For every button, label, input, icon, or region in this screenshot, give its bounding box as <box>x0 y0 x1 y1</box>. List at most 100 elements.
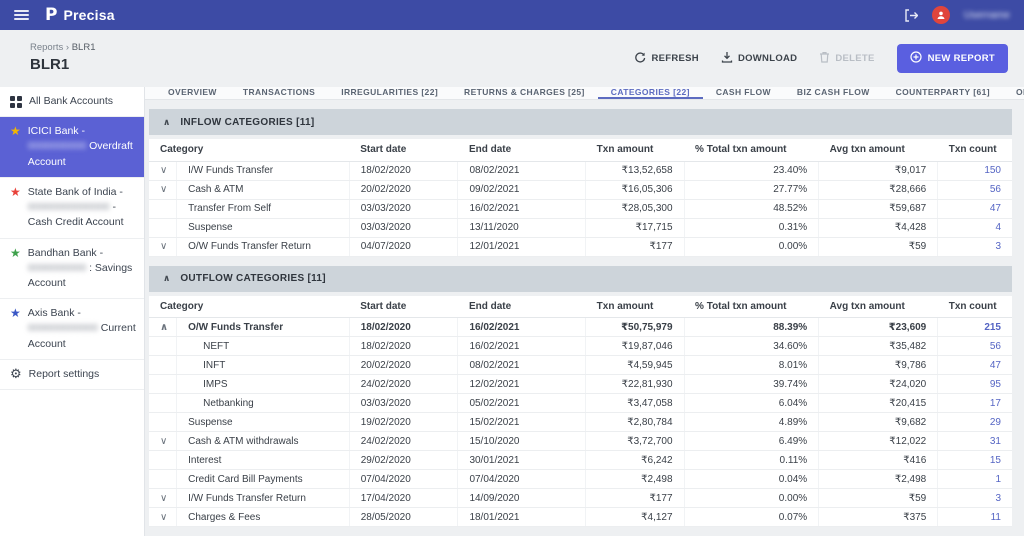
end-date-cell: 07/04/2020 <box>458 470 586 489</box>
category-cell: NEFT <box>177 337 350 356</box>
brand-logo[interactable]: P Precisa <box>45 5 115 25</box>
pct-total-cell: 23.40% <box>684 161 819 180</box>
tab-biz-cash-flow[interactable]: BIZ CASH FLOW <box>784 87 883 99</box>
category-cell: O/W Funds Transfer Return <box>177 237 350 256</box>
tab-counterparty-61[interactable]: COUNTERPARTY [61] <box>883 87 1003 99</box>
chevron-placeholder <box>149 451 177 470</box>
expand-chevron-icon[interactable]: ∧ <box>149 318 177 337</box>
chevron-placeholder <box>149 413 177 432</box>
sidebar-item-all-bank-accounts[interactable]: All Bank Accounts <box>0 87 144 117</box>
end-date-cell: 16/02/2021 <box>458 199 586 218</box>
txn-count-link[interactable]: 4 <box>938 218 1012 237</box>
tab-cash-flow[interactable]: CASH FLOW <box>703 87 784 99</box>
refresh-button[interactable]: REFRESH <box>634 51 699 66</box>
accounts-sidebar: All Bank Accounts ★ICICI Bank - 00000000… <box>0 87 145 536</box>
tab-transactions[interactable]: TRANSACTIONS <box>230 87 328 99</box>
txn-count-link[interactable]: 150 <box>938 161 1012 180</box>
page-title: BLR1 <box>30 55 95 75</box>
user-name[interactable]: Username <box>964 10 1010 21</box>
avg-txn-amount-cell: ₹9,017 <box>819 161 938 180</box>
pct-total-cell: 0.07% <box>684 508 819 527</box>
table-row: ∨I/W Funds Transfer Return17/04/202014/0… <box>149 489 1012 508</box>
category-cell: IMPS <box>177 375 350 394</box>
table-row: ∨O/W Funds Transfer Return04/07/202012/0… <box>149 237 1012 256</box>
expand-chevron-icon[interactable]: ∨ <box>149 237 177 256</box>
sidebar-item-account-2[interactable]: ★Bandhan Bank - 0000000000 : Savings Acc… <box>0 239 144 300</box>
tab-returns-charges-25[interactable]: RETURNS & CHARGES [25] <box>451 87 598 99</box>
txn-count-link[interactable]: 17 <box>938 394 1012 413</box>
table-row: ∨Charges & Fees28/05/202018/01/2021₹4,12… <box>149 508 1012 527</box>
txn-amount-cell: ₹50,75,979 <box>586 318 684 337</box>
download-button[interactable]: DOWNLOAD <box>721 51 797 66</box>
tab-categories-22[interactable]: CATEGORIES [22] <box>598 87 703 99</box>
txn-count-link[interactable]: 3 <box>938 237 1012 256</box>
trash-icon <box>819 51 830 66</box>
end-date-cell: 12/01/2021 <box>458 237 586 256</box>
collapse-chevron-icon: ∧ <box>163 273 170 284</box>
chevron-placeholder <box>149 199 177 218</box>
txn-count-link[interactable]: 11 <box>938 508 1012 527</box>
sidebar-item-account-3[interactable]: ★Axis Bank - 000000000000 Current Accoun… <box>0 299 144 360</box>
txn-count-link[interactable]: 3 <box>938 489 1012 508</box>
breadcrumb-reports[interactable]: Reports <box>30 42 63 53</box>
column-header: Start date <box>349 139 458 161</box>
txn-count-link[interactable]: 31 <box>938 432 1012 451</box>
start-date-cell: 18/02/2020 <box>349 318 458 337</box>
star-icon: ★ <box>10 246 21 260</box>
hamburger-menu-icon[interactable] <box>14 10 29 20</box>
chevron-placeholder <box>149 375 177 394</box>
inflow-categories-table: CategoryStart dateEnd dateTxn amount% To… <box>149 139 1012 257</box>
column-header: End date <box>458 139 586 161</box>
start-date-cell: 28/05/2020 <box>349 508 458 527</box>
column-header: % Total txn amount <box>684 139 819 161</box>
start-date-cell: 17/04/2020 <box>349 489 458 508</box>
txn-count-link[interactable]: 15 <box>938 451 1012 470</box>
user-avatar[interactable] <box>932 6 950 24</box>
txn-count-link[interactable]: 56 <box>938 337 1012 356</box>
expand-chevron-icon[interactable]: ∨ <box>149 432 177 451</box>
outflow-section-header[interactable]: ∧ OUTFLOW CATEGORIES [11] <box>149 266 1012 292</box>
txn-count-link[interactable]: 215 <box>938 318 1012 337</box>
start-date-cell: 03/03/2020 <box>349 218 458 237</box>
expand-chevron-icon[interactable]: ∨ <box>149 508 177 527</box>
star-icon: ★ <box>10 124 21 138</box>
category-cell: O/W Funds Transfer <box>177 318 350 337</box>
logout-icon[interactable] <box>904 9 918 22</box>
category-cell: Suspense <box>177 413 350 432</box>
account-label: State Bank of India - 00000000000000 - C… <box>28 185 136 231</box>
txn-amount-cell: ₹19,87,046 <box>586 337 684 356</box>
category-cell: Netbanking <box>177 394 350 413</box>
txn-count-link[interactable]: 29 <box>938 413 1012 432</box>
pct-total-cell: 0.11% <box>684 451 819 470</box>
expand-chevron-icon[interactable]: ∨ <box>149 180 177 199</box>
table-row: Credit Card Bill Payments07/04/202007/04… <box>149 470 1012 489</box>
txn-count-link[interactable]: 56 <box>938 180 1012 199</box>
inflow-section-header[interactable]: ∧ INFLOW CATEGORIES [11] <box>149 109 1012 135</box>
txn-count-link[interactable]: 47 <box>938 199 1012 218</box>
txn-count-link[interactable]: 1 <box>938 470 1012 489</box>
txn-amount-cell: ₹2,498 <box>586 470 684 489</box>
end-date-cell: 12/02/2021 <box>458 375 586 394</box>
new-report-button[interactable]: NEW REPORT <box>897 44 1008 73</box>
account-number-masked: 0000000000 <box>28 262 86 274</box>
brand-p-icon: P <box>45 5 57 25</box>
tab-overview[interactable]: OVERVIEW <box>155 87 230 99</box>
txn-count-link[interactable]: 95 <box>938 375 1012 394</box>
sidebar-item-account-1[interactable]: ★State Bank of India - 00000000000000 - … <box>0 178 144 239</box>
delete-button[interactable]: DELETE <box>819 51 874 66</box>
start-date-cell: 03/03/2020 <box>349 199 458 218</box>
sidebar-item-account-0[interactable]: ★ICICI Bank - 0000000000 Overdraft Accou… <box>0 117 144 178</box>
brand-name: Precisa <box>63 7 114 23</box>
txn-count-link[interactable]: 47 <box>938 356 1012 375</box>
avg-txn-amount-cell: ₹20,415 <box>819 394 938 413</box>
sidebar-item-report-settings[interactable]: ⚙ Report settings <box>0 360 144 390</box>
category-cell: Cash & ATM <box>177 180 350 199</box>
tab-od-cc-utilization[interactable]: OD/CC UTILIZATION <box>1003 87 1024 99</box>
expand-chevron-icon[interactable]: ∨ <box>149 489 177 508</box>
tab-irregularities-22[interactable]: IRREGULARITIES [22] <box>328 87 451 99</box>
chevron-placeholder <box>149 470 177 489</box>
collapse-chevron-icon: ∧ <box>163 117 170 128</box>
expand-chevron-icon[interactable]: ∨ <box>149 161 177 180</box>
chevron-placeholder <box>149 394 177 413</box>
pct-total-cell: 8.01% <box>684 356 819 375</box>
